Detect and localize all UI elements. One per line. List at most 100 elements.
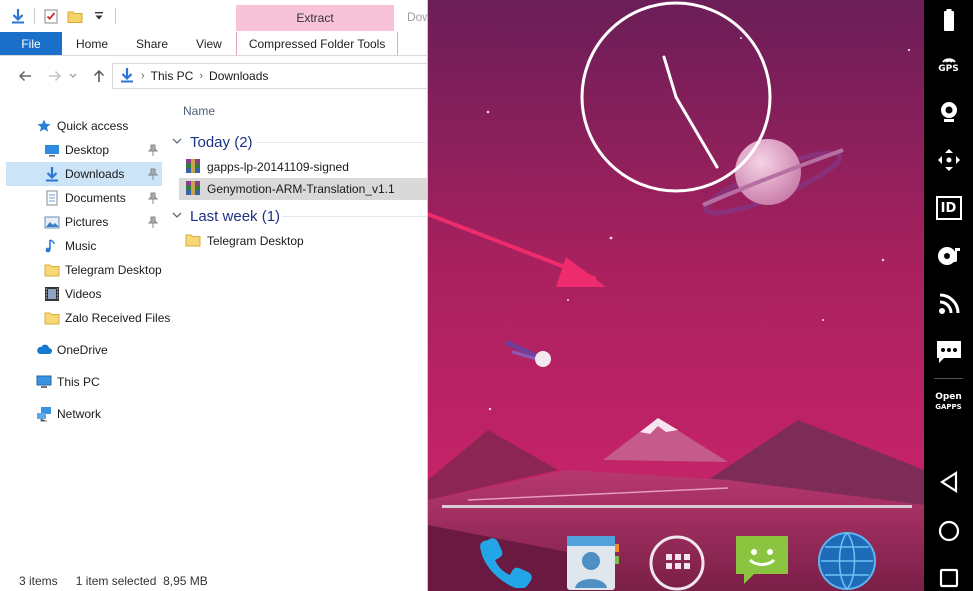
breadcrumb-chevron-icon[interactable]: › bbox=[199, 70, 203, 82]
group-title: Last week (1) bbox=[190, 207, 281, 225]
tab-view[interactable]: View bbox=[182, 32, 236, 55]
cloud-icon bbox=[36, 342, 52, 358]
toolbar-divider bbox=[34, 8, 35, 24]
nav-item-zalo-received-files[interactable]: Zalo Received Files bbox=[6, 306, 170, 330]
device-id-icon: ID bbox=[935, 196, 962, 220]
nav-item-downloads[interactable]: Downloads bbox=[6, 162, 162, 186]
nav-item-label: Videos bbox=[65, 287, 102, 301]
breadcrumb-downloads[interactable]: Downloads bbox=[209, 69, 268, 83]
group-divider bbox=[282, 216, 426, 217]
group-header-today[interactable]: Today (2) bbox=[172, 131, 253, 153]
pin-icon[interactable] bbox=[147, 216, 159, 228]
nav-item-telegram-desktop[interactable]: Telegram Desktop bbox=[6, 258, 162, 282]
phone-icon[interactable] bbox=[476, 532, 532, 589]
recent-locations-chevron-icon[interactable] bbox=[66, 63, 80, 89]
nav-item-documents[interactable]: Documents bbox=[6, 186, 162, 210]
opengapps-button[interactable]: Open GAPPS bbox=[924, 382, 973, 422]
nav-network[interactable]: Network bbox=[6, 402, 162, 426]
gps-icon: GPS bbox=[938, 54, 959, 74]
messaging-icon[interactable] bbox=[732, 532, 792, 590]
home-circle-icon[interactable] bbox=[924, 511, 973, 551]
app-drawer-icon[interactable] bbox=[648, 534, 706, 591]
pictures-icon bbox=[44, 214, 60, 230]
address-bar[interactable]: › This PC › Downloads bbox=[112, 63, 427, 89]
collapse-chevron-icon[interactable] bbox=[172, 211, 184, 222]
nav-onedrive[interactable]: OneDrive bbox=[6, 338, 162, 362]
collapse-chevron-icon[interactable] bbox=[172, 137, 184, 148]
file-list: Name Today (2) gapps-lp-20141109-signed … bbox=[166, 96, 427, 566]
forward-arrow-icon[interactable] bbox=[42, 63, 68, 89]
pin-icon[interactable] bbox=[147, 144, 159, 156]
page-indicator-bar bbox=[442, 505, 912, 508]
status-selection: 1 item selected 8,95 MB bbox=[75, 573, 208, 588]
back-arrow-icon[interactable] bbox=[12, 63, 38, 89]
pin-icon[interactable] bbox=[147, 168, 159, 180]
winrar-archive-icon bbox=[185, 180, 201, 199]
breadcrumb-chevron-icon[interactable]: › bbox=[141, 70, 145, 82]
properties-icon[interactable] bbox=[43, 8, 59, 24]
battery-icon[interactable] bbox=[924, 0, 973, 40]
folder-icon bbox=[44, 310, 60, 326]
status-item-count: 3 items bbox=[19, 573, 58, 588]
folder-icon bbox=[44, 262, 60, 278]
new-folder-icon[interactable] bbox=[67, 8, 83, 24]
browser-globe-icon[interactable] bbox=[816, 530, 878, 591]
nav-item-videos[interactable]: Videos bbox=[6, 282, 162, 306]
nav-item-desktop[interactable]: Desktop bbox=[6, 138, 162, 162]
device-id-button[interactable]: ID bbox=[924, 188, 973, 228]
column-header-name[interactable]: Name bbox=[183, 104, 215, 118]
nav-quick-access-label: Quick access bbox=[57, 119, 129, 133]
recent-apps-square-icon[interactable] bbox=[924, 558, 973, 591]
extract-contextual-group: Extract bbox=[236, 5, 394, 31]
file-row-gapps[interactable]: gapps-lp-20141109-signed bbox=[179, 156, 427, 178]
nav-item-label: Music bbox=[65, 239, 97, 253]
cast-rss-icon[interactable] bbox=[924, 284, 973, 324]
pin-icon[interactable] bbox=[147, 192, 159, 204]
dpad-move-icon[interactable] bbox=[924, 140, 973, 180]
nav-item-label: Zalo Received Files bbox=[65, 311, 171, 325]
up-arrow-icon[interactable] bbox=[86, 63, 112, 89]
group-divider bbox=[256, 142, 426, 143]
media-disc-icon[interactable] bbox=[924, 236, 973, 276]
file-name: Telegram Desktop bbox=[207, 234, 304, 248]
gps-button[interactable]: GPS bbox=[924, 44, 973, 84]
breadcrumb-this-pc[interactable]: This PC bbox=[151, 69, 194, 83]
tab-compressed-folder-tools[interactable]: Compressed Folder Tools bbox=[235, 32, 399, 55]
nav-item-pictures[interactable]: Pictures bbox=[6, 210, 162, 234]
download-folder-icon bbox=[10, 8, 26, 24]
group-header-last-week[interactable]: Last week (1) bbox=[172, 205, 280, 227]
documents-icon bbox=[44, 190, 60, 206]
tab-share[interactable]: Share bbox=[122, 32, 182, 55]
dock bbox=[428, 528, 924, 591]
downloads-location-icon bbox=[119, 67, 135, 86]
navigation-bar: › This PC › Downloads bbox=[0, 60, 427, 92]
file-name: gapps-lp-20141109-signed bbox=[207, 160, 349, 174]
webcam-icon[interactable] bbox=[924, 92, 973, 132]
nav-quick-access[interactable]: Quick access bbox=[6, 114, 162, 138]
nav-this-pc-label: This PC bbox=[57, 375, 100, 389]
nav-item-label: Telegram Desktop bbox=[65, 263, 162, 277]
tab-file[interactable]: File bbox=[0, 32, 62, 55]
computer-icon bbox=[36, 374, 52, 390]
download-arrow-icon bbox=[44, 166, 60, 182]
network-icon bbox=[36, 406, 52, 422]
toolbar-divider bbox=[115, 8, 116, 24]
extract-group-label: Extract bbox=[296, 11, 334, 25]
back-triangle-icon[interactable] bbox=[924, 462, 973, 502]
nav-this-pc[interactable]: This PC bbox=[6, 370, 162, 394]
nav-item-label: Downloads bbox=[65, 167, 125, 181]
tab-home[interactable]: Home bbox=[62, 32, 122, 55]
emulator-toolbar: GPS ID Open GAPPS bbox=[924, 0, 973, 591]
sms-chat-icon[interactable] bbox=[924, 332, 973, 372]
nav-item-music[interactable]: Music bbox=[6, 234, 162, 258]
nav-network-label: Network bbox=[57, 407, 102, 421]
analog-clock-widget[interactable] bbox=[580, 0, 774, 194]
customize-toolbar-dropdown-icon[interactable] bbox=[91, 8, 107, 24]
nav-item-label: Pictures bbox=[65, 215, 109, 229]
nav-item-label: Documents bbox=[65, 191, 126, 205]
file-row-genymotion-arm-translation[interactable]: Genymotion-ARM-Translation_v1.1 bbox=[179, 178, 427, 200]
contacts-icon[interactable] bbox=[563, 532, 621, 590]
film-icon bbox=[44, 286, 60, 302]
file-row-telegram-desktop[interactable]: Telegram Desktop bbox=[179, 230, 427, 252]
android-emulator-screen[interactable] bbox=[428, 0, 924, 591]
